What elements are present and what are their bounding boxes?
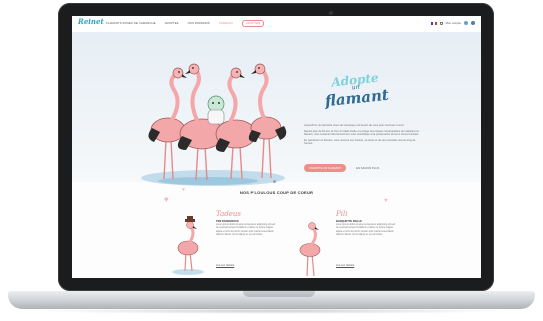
card-name: Tadeus (216, 210, 242, 218)
card-read-more-link[interactable]: Lire son histoire (336, 264, 354, 267)
flamingo-portrait (299, 222, 321, 277)
top-navigation: Reinet FLAMANTS ROSES DE CAMARGUE ADOPTE… (72, 16, 481, 33)
nav-menu: FLAMANTS ROSES DE CAMARGUE ADOPTEZ NOS P… (106, 19, 265, 27)
learn-more-link[interactable]: EN SAVOIR PLUS (356, 166, 379, 170)
laptop-base (8, 291, 535, 309)
website-screen: Reinet FLAMANTS ROSES DE CAMARGUE ADOPTE… (72, 16, 481, 278)
card-name: Pili (336, 210, 348, 218)
nav-item-parrains[interactable]: NOS PARRAINS (188, 21, 210, 27)
hero-actions: J'ADOPTE UN FLAMANT EN SAVOIR PLUS (304, 164, 379, 172)
social-icon[interactable] (471, 21, 475, 25)
flamingo-card: Pili BANQUETTE PAILLE Lorem ipsum dolor … (286, 206, 396, 277)
flag-icon[interactable] (430, 21, 437, 25)
flamingo-illustration (141, 63, 287, 186)
heart-icon: ♥ (164, 195, 169, 204)
carousel-dot[interactable] (273, 180, 276, 183)
flamingo-card: Tadeus TEN DANGEROUS Lorem ipsum dolor s… (164, 206, 275, 276)
card-read-more-link[interactable]: Lire son histoire (216, 264, 234, 267)
hero-title: Adopte un flamant (295, 68, 418, 112)
nav-adopt-button[interactable]: ADOPTER (242, 19, 265, 27)
flamingo-portrait (172, 216, 204, 275)
heart-icon: ♥ (182, 187, 185, 193)
card-description: Lorem ipsum dolor sit amet consectetur a… (216, 224, 275, 236)
social-icon[interactable] (464, 21, 468, 25)
nav-item-flamants[interactable]: FLAMANTS ROSES DE CAMARGUE (106, 21, 156, 27)
card-description: Lorem ipsum dolor sit amet consectetur a… (336, 224, 395, 236)
favorites-title: NOS P'LOULOUS COUP DE COEUR (239, 190, 314, 195)
heart-icon: ♥ (384, 198, 388, 204)
site-logo[interactable]: Reinet (78, 17, 104, 26)
hero-description: Aujourd'hui, les flamants roses de Camar… (304, 124, 422, 148)
nav-item-adoptez[interactable]: ADOPTEZ (165, 21, 179, 27)
cart-icon[interactable] (439, 21, 443, 25)
camera-dot (329, 11, 333, 15)
card-subtitle: BANQUETTE PAILLE (336, 220, 362, 223)
hero-paragraph: En parrainant un flamant, vous recevez s… (304, 138, 416, 146)
nav-right-tools: Mon compte (430, 21, 475, 25)
hero-section: Adopte un flamant Aujourd'hui, les flama… (72, 32, 481, 186)
hero-paragraph: Depuis plus de 40 ans, la Tour du Valat … (304, 129, 420, 137)
nav-item-cadeaux[interactable]: CADEAUX (219, 21, 233, 27)
adopt-flamingo-button[interactable]: J'ADOPTE UN FLAMANT (304, 164, 347, 172)
hero-paragraph: Aujourd'hui, les flamants roses de Camar… (304, 124, 405, 127)
account-link[interactable]: Mon compte (446, 21, 461, 25)
laptop-notch (243, 291, 315, 297)
laptop-shadow (30, 308, 513, 314)
card-subtitle: TEN DANGEROUS (216, 220, 239, 223)
